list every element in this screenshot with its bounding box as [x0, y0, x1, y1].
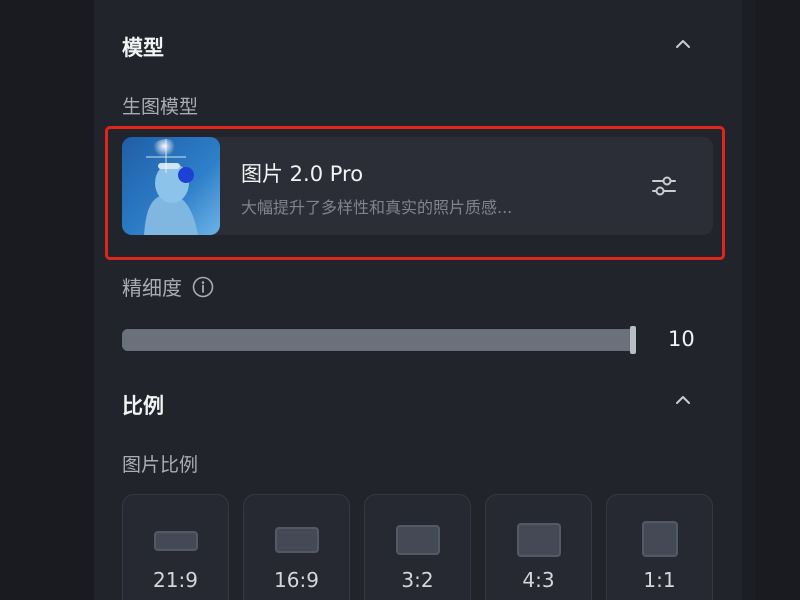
settings-panel: 模型 生图模型 图片 2.0 Pro 大幅提升了多样性和真实的照片质感... 精… [94, 0, 742, 600]
ratio-section-title: 比例 [122, 394, 164, 418]
ratio-sub-label: 图片比例 [122, 454, 199, 476]
ratio-21-9-icon [154, 531, 198, 551]
ratio-option-21-9[interactable]: 21:9 [122, 494, 229, 600]
model-name: 图片 2.0 Pro [241, 162, 364, 186]
precision-slider-handle[interactable] [630, 326, 636, 354]
model-section-title: 模型 [122, 36, 164, 60]
ratio-3-2-icon [396, 525, 440, 555]
precision-label-row: 精细度 [122, 272, 214, 301]
ratio-section-collapse-button[interactable] [672, 389, 694, 411]
precision-slider[interactable] [122, 326, 636, 354]
chevron-up-icon [676, 40, 690, 48]
info-circle-icon[interactable] [192, 276, 214, 298]
right-edge-strip [742, 0, 756, 600]
ratio-4-3-icon [517, 523, 561, 557]
ratio-1-1-icon [642, 521, 678, 557]
model-description: 大幅提升了多样性和真实的照片质感... [241, 198, 513, 217]
app-stage: 模型 生图模型 图片 2.0 Pro 大幅提升了多样性和真实的照片质感... 精… [0, 0, 800, 600]
model-thumbnail [122, 137, 220, 235]
ratio-label: 1:1 [643, 568, 676, 592]
ratio-label: 21:9 [153, 568, 198, 592]
chevron-up-icon [676, 396, 690, 404]
ratio-label: 16:9 [274, 568, 319, 592]
ratio-option-1-1[interactable]: 1:1 [606, 494, 713, 600]
sliders-icon [652, 176, 676, 196]
model-section-collapse-button[interactable] [672, 33, 694, 55]
ratio-option-3-2[interactable]: 3:2 [364, 494, 471, 600]
ratio-option-4-3[interactable]: 4:3 [485, 494, 592, 600]
model-type-label: 生图模型 [122, 96, 199, 118]
precision-label: 精细度 [122, 276, 182, 300]
model-card[interactable]: 图片 2.0 Pro 大幅提升了多样性和真实的照片质感... [122, 137, 713, 235]
precision-value: 10 [668, 327, 695, 351]
ratio-label: 4:3 [522, 568, 555, 592]
ratio-label: 3:2 [401, 568, 434, 592]
model-settings-button[interactable] [650, 173, 678, 199]
precision-slider-fill [122, 329, 636, 351]
ratio-16-9-icon [275, 527, 319, 553]
ratio-option-16-9[interactable]: 16:9 [243, 494, 350, 600]
